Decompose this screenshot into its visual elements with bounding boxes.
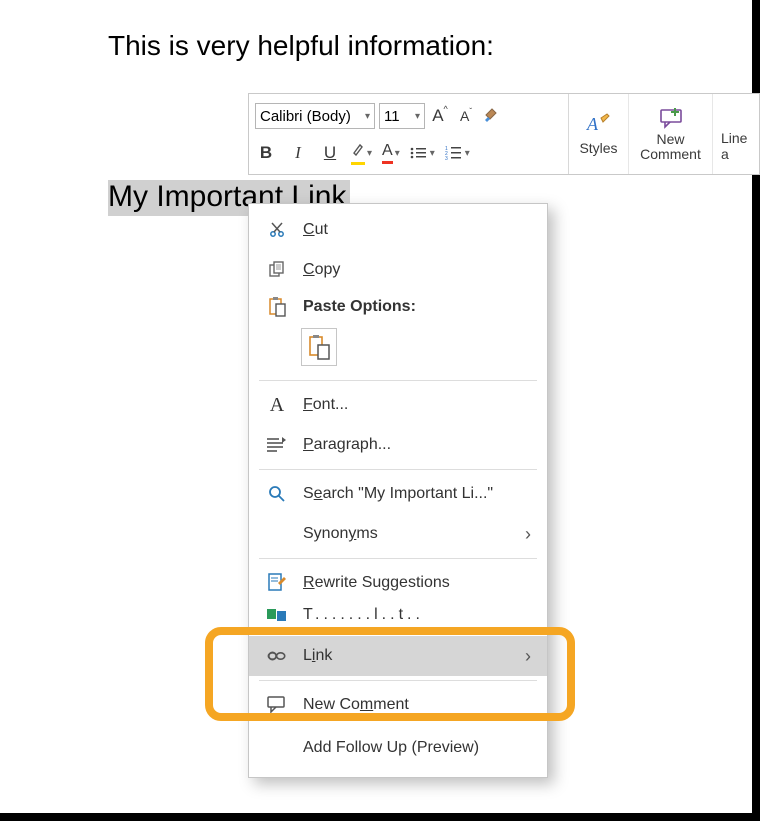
rewrite-icon <box>267 573 287 593</box>
svg-text:3: 3 <box>445 156 448 160</box>
translate-menuitem[interactable]: T.......l..t.. <box>249 603 547 627</box>
chevron-down-icon: ▾ <box>415 111 420 122</box>
separator <box>259 469 537 470</box>
paragraph-menuitem[interactable]: Paragraph... <box>249 425 547 465</box>
new-comment-label: New Comment <box>637 132 704 163</box>
chevron-down-icon: ▾ <box>465 148 470 159</box>
chevron-right-icon: › <box>525 524 531 545</box>
copy-label: Copy <box>303 261 531 279</box>
synonyms-menuitem[interactable]: Synonyms › <box>249 514 547 554</box>
paste-keep-source-button[interactable] <box>301 328 337 366</box>
font-size-select[interactable]: 11 ▾ <box>379 103 425 129</box>
separator <box>259 380 537 381</box>
font-name-value: Calibri (Body) <box>260 108 351 125</box>
rewrite-label: Rewrite Suggestions <box>303 574 531 592</box>
bullets-button[interactable]: ▾ <box>410 146 435 160</box>
paragraph-icon <box>267 437 287 453</box>
numbering-button[interactable]: 123 ▾ <box>445 146 470 160</box>
link-label: Link <box>303 647 509 665</box>
styles-label: Styles <box>579 140 617 156</box>
search-icon <box>267 485 287 503</box>
bold-button[interactable]: B <box>255 142 277 164</box>
styles-button[interactable]: A Styles <box>569 94 629 174</box>
underline-button[interactable]: U <box>319 142 341 164</box>
grow-font-button[interactable]: A^ <box>429 105 451 127</box>
copy-menuitem[interactable]: Copy <box>249 250 547 290</box>
font-label: Font... <box>303 396 531 414</box>
format-painter-button[interactable] <box>481 105 503 127</box>
paragraph-label: Paragraph... <box>303 436 531 454</box>
rewrite-menuitem[interactable]: Rewrite Suggestions <box>249 563 547 603</box>
link-menuitem[interactable]: Link › <box>249 636 547 676</box>
paste-icon <box>267 297 287 317</box>
paste-options-row <box>249 324 547 376</box>
font-icon: A <box>267 394 287 417</box>
new-comment-menuitem[interactable]: New Comment <box>249 685 547 725</box>
context-menu: Cut Copy Paste Options: A Font... <box>248 203 548 778</box>
follow-up-menuitem[interactable]: Add Follow Up (Preview) <box>249 725 547 771</box>
follow-up-label: Add Follow Up (Preview) <box>303 739 531 757</box>
svg-text:A: A <box>586 114 599 134</box>
new-comment-button[interactable]: New Comment <box>629 94 713 174</box>
document-heading: This is very helpful information: <box>108 30 494 62</box>
line-button[interactable]: Line a <box>713 94 763 174</box>
copy-icon <box>267 261 287 279</box>
chevron-down-icon: ▾ <box>430 148 435 159</box>
paste-options-header: Paste Options: <box>249 290 547 324</box>
search-label: Search "My Important Li..." <box>303 485 531 503</box>
comment-icon <box>267 696 287 714</box>
font-size-value: 11 <box>384 108 400 125</box>
scissors-icon <box>267 221 287 239</box>
search-menuitem[interactable]: Search "My Important Li..." <box>249 474 547 514</box>
chevron-down-icon: ▾ <box>367 148 372 159</box>
font-name-select[interactable]: Calibri (Body) ▾ <box>255 103 375 129</box>
highlight-button[interactable]: ▾ <box>351 142 372 165</box>
translate-label: T.......l..t.. <box>303 606 531 624</box>
line-label: Line a <box>721 130 755 162</box>
chevron-right-icon: › <box>525 646 531 667</box>
translate-icon <box>267 607 287 623</box>
italic-button[interactable]: I <box>287 142 309 164</box>
synonyms-label: Synonyms <box>303 525 509 543</box>
cut-menuitem[interactable]: Cut <box>249 210 547 250</box>
link-icon <box>267 649 287 663</box>
new-comment-label: New Comment <box>303 696 531 714</box>
font-color-button[interactable]: A ▾ <box>382 142 400 164</box>
cut-label: Cut <box>303 221 531 239</box>
chevron-down-icon: ▾ <box>395 148 400 159</box>
shrink-font-button[interactable]: Aˇ <box>455 105 477 127</box>
paste-options-label: Paste Options: <box>303 298 531 316</box>
separator <box>259 680 537 681</box>
chevron-down-icon: ▾ <box>365 111 370 122</box>
separator <box>259 558 537 559</box>
separator <box>259 631 537 632</box>
mini-toolbar: Calibri (Body) ▾ 11 ▾ A^ Aˇ B I U <box>248 93 760 175</box>
font-menuitem[interactable]: A Font... <box>249 385 547 425</box>
